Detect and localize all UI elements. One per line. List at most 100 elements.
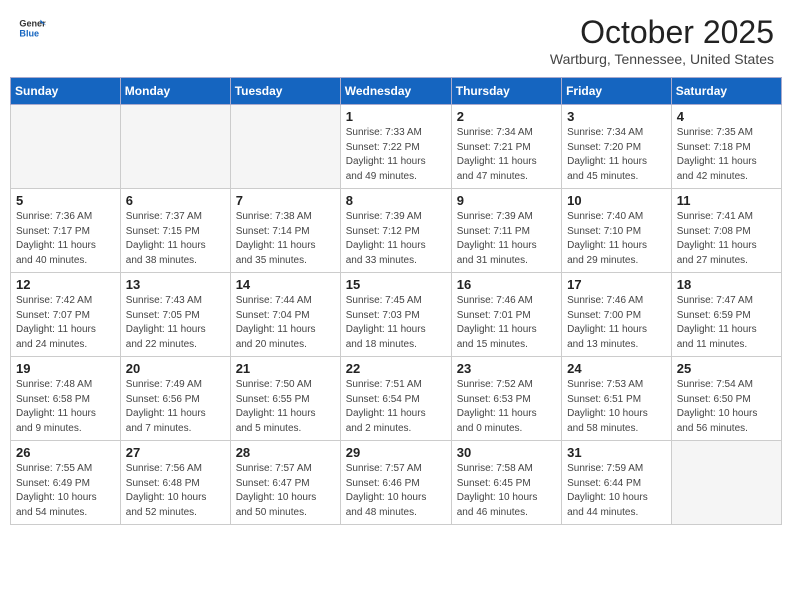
day-info: Sunrise: 7:59 AM Sunset: 6:44 PM Dayligh… <box>567 462 666 520</box>
calendar-cell: 6 Sunrise: 7:37 AM Sunset: 7:15 PM Daylig… <box>120 189 230 273</box>
calendar-cell: 5 Sunrise: 7:36 AM Sunset: 7:17 PM Daylig… <box>11 189 121 273</box>
calendar-cell: 7 Sunrise: 7:38 AM Sunset: 7:14 PM Daylig… <box>230 189 340 273</box>
calendar-cell: 16 Sunrise: 7:46 AM Sunset: 7:01 PM Dayli… <box>451 273 561 357</box>
calendar-cell: 9Sunrise: 7:39 AM Sunset: 7:11 PM Daylig… <box>451 189 561 273</box>
calendar-cell: 12 Sunrise: 7:42 AM Sunset: 7:07 PM Dayli… <box>11 273 121 357</box>
calendar-week-3: 12 Sunrise: 7:42 AM Sunset: 7:07 PM Dayli… <box>11 273 782 357</box>
calendar-title: October 2025 <box>550 14 774 51</box>
calendar-cell <box>671 441 781 525</box>
header-saturday: Saturday <box>671 78 781 105</box>
header-sunday: Sunday <box>11 78 121 105</box>
day-number: 5 <box>16 193 115 208</box>
day-info: Sunrise: 7:44 AM Sunset: 7:04 PM Dayligh… <box>236 294 335 352</box>
day-info: Sunrise: 7:56 AM Sunset: 6:48 PM Dayligh… <box>126 462 225 520</box>
day-info: Sunrise: 7:50 AM Sunset: 6:55 PM Dayligh… <box>236 378 335 436</box>
calendar-cell: 14 Sunrise: 7:44 AM Sunset: 7:04 PM Dayli… <box>230 273 340 357</box>
day-number: 27 <box>126 445 225 460</box>
day-number: 14 <box>236 277 335 292</box>
day-number: 15 <box>346 277 446 292</box>
calendar-cell: 2Sunrise: 7:34 AM Sunset: 7:21 PM Daylig… <box>451 105 561 189</box>
day-info: Sunrise: 7:51 AM Sunset: 6:54 PM Dayligh… <box>346 378 446 436</box>
day-info: Sunrise: 7:35 AM Sunset: 7:18 PM Dayligh… <box>677 126 776 184</box>
day-info: Sunrise: 7:43 AM Sunset: 7:05 PM Dayligh… <box>126 294 225 352</box>
title-block: October 2025 Wartburg, Tennessee, United… <box>550 14 774 67</box>
header-tuesday: Tuesday <box>230 78 340 105</box>
header-thursday: Thursday <box>451 78 561 105</box>
day-info: Sunrise: 7:38 AM Sunset: 7:14 PM Dayligh… <box>236 210 335 268</box>
calendar-cell: 1 Sunrise: 7:33 AM Sunset: 7:22 PM Daylig… <box>340 105 451 189</box>
calendar-cell: 26 Sunrise: 7:55 AM Sunset: 6:49 PM Dayli… <box>11 441 121 525</box>
day-info: Sunrise: 7:46 AM Sunset: 7:01 PM Dayligh… <box>457 294 556 352</box>
day-number: 21 <box>236 361 335 376</box>
header-monday: Monday <box>120 78 230 105</box>
day-info: Sunrise: 7:47 AM Sunset: 6:59 PM Dayligh… <box>677 294 776 352</box>
calendar-cell: 17Sunrise: 7:46 AM Sunset: 7:00 PM Dayli… <box>562 273 672 357</box>
day-number: 17 <box>567 277 666 292</box>
calendar-cell: 19 Sunrise: 7:48 AM Sunset: 6:58 PM Dayli… <box>11 357 121 441</box>
calendar-cell: 30 Sunrise: 7:58 AM Sunset: 6:45 PM Dayli… <box>451 441 561 525</box>
calendar-cell: 29 Sunrise: 7:57 AM Sunset: 6:46 PM Dayli… <box>340 441 451 525</box>
day-number: 26 <box>16 445 115 460</box>
day-number: 19 <box>16 361 115 376</box>
day-number: 6 <box>126 193 225 208</box>
calendar-cell: 22Sunrise: 7:51 AM Sunset: 6:54 PM Dayli… <box>340 357 451 441</box>
day-info: Sunrise: 7:58 AM Sunset: 6:45 PM Dayligh… <box>457 462 556 520</box>
calendar-cell: 31 Sunrise: 7:59 AM Sunset: 6:44 PM Dayli… <box>562 441 672 525</box>
day-info: Sunrise: 7:57 AM Sunset: 6:47 PM Dayligh… <box>236 462 335 520</box>
day-info: Sunrise: 7:53 AM Sunset: 6:51 PM Dayligh… <box>567 378 666 436</box>
calendar-week-2: 5 Sunrise: 7:36 AM Sunset: 7:17 PM Daylig… <box>11 189 782 273</box>
day-number: 31 <box>567 445 666 460</box>
day-info: Sunrise: 7:37 AM Sunset: 7:15 PM Dayligh… <box>126 210 225 268</box>
day-info: Sunrise: 7:36 AM Sunset: 7:17 PM Dayligh… <box>16 210 115 268</box>
calendar-cell <box>11 105 121 189</box>
day-info: Sunrise: 7:55 AM Sunset: 6:49 PM Dayligh… <box>16 462 115 520</box>
day-info: Sunrise: 7:42 AM Sunset: 7:07 PM Dayligh… <box>16 294 115 352</box>
calendar-cell: 25 Sunrise: 7:54 AM Sunset: 6:50 PM Dayli… <box>671 357 781 441</box>
day-number: 9 <box>457 193 556 208</box>
day-info: Sunrise: 7:48 AM Sunset: 6:58 PM Dayligh… <box>16 378 115 436</box>
calendar-week-1: 1 Sunrise: 7:33 AM Sunset: 7:22 PM Daylig… <box>11 105 782 189</box>
day-info: Sunrise: 7:33 AM Sunset: 7:22 PM Dayligh… <box>346 126 446 184</box>
calendar-cell: 4 Sunrise: 7:35 AM Sunset: 7:18 PM Daylig… <box>671 105 781 189</box>
calendar-week-4: 19 Sunrise: 7:48 AM Sunset: 6:58 PM Dayli… <box>11 357 782 441</box>
day-number: 20 <box>126 361 225 376</box>
day-number: 28 <box>236 445 335 460</box>
calendar-cell: 24Sunrise: 7:53 AM Sunset: 6:51 PM Dayli… <box>562 357 672 441</box>
calendar-cell: 23 Sunrise: 7:52 AM Sunset: 6:53 PM Dayli… <box>451 357 561 441</box>
day-number: 2 <box>457 109 556 124</box>
calendar-week-5: 26 Sunrise: 7:55 AM Sunset: 6:49 PM Dayli… <box>11 441 782 525</box>
day-info: Sunrise: 7:57 AM Sunset: 6:46 PM Dayligh… <box>346 462 446 520</box>
calendar-cell: 8Sunrise: 7:39 AM Sunset: 7:12 PM Daylig… <box>340 189 451 273</box>
day-number: 23 <box>457 361 556 376</box>
calendar-cell: 27 Sunrise: 7:56 AM Sunset: 6:48 PM Dayli… <box>120 441 230 525</box>
svg-text:Blue: Blue <box>19 28 39 38</box>
day-info: Sunrise: 7:45 AM Sunset: 7:03 PM Dayligh… <box>346 294 446 352</box>
day-info: Sunrise: 7:40 AM Sunset: 7:10 PM Dayligh… <box>567 210 666 268</box>
calendar-cell: 3Sunrise: 7:34 AM Sunset: 7:20 PM Daylig… <box>562 105 672 189</box>
day-info: Sunrise: 7:34 AM Sunset: 7:20 PM Dayligh… <box>567 126 666 184</box>
day-number: 12 <box>16 277 115 292</box>
day-info: Sunrise: 7:49 AM Sunset: 6:56 PM Dayligh… <box>126 378 225 436</box>
calendar-cell: 10Sunrise: 7:40 AM Sunset: 7:10 PM Dayli… <box>562 189 672 273</box>
day-number: 18 <box>677 277 776 292</box>
calendar-cell <box>120 105 230 189</box>
header-wednesday: Wednesday <box>340 78 451 105</box>
day-info: Sunrise: 7:52 AM Sunset: 6:53 PM Dayligh… <box>457 378 556 436</box>
logo: General Blue <box>18 14 46 42</box>
day-number: 8 <box>346 193 446 208</box>
day-number: 25 <box>677 361 776 376</box>
calendar-cell: 13 Sunrise: 7:43 AM Sunset: 7:05 PM Dayli… <box>120 273 230 357</box>
day-number: 30 <box>457 445 556 460</box>
day-number: 1 <box>346 109 446 124</box>
calendar-subtitle: Wartburg, Tennessee, United States <box>550 51 774 67</box>
day-info: Sunrise: 7:54 AM Sunset: 6:50 PM Dayligh… <box>677 378 776 436</box>
calendar-cell: 11Sunrise: 7:41 AM Sunset: 7:08 PM Dayli… <box>671 189 781 273</box>
day-number: 7 <box>236 193 335 208</box>
calendar-cell: 21 Sunrise: 7:50 AM Sunset: 6:55 PM Dayli… <box>230 357 340 441</box>
calendar-cell: 20 Sunrise: 7:49 AM Sunset: 6:56 PM Dayli… <box>120 357 230 441</box>
day-number: 13 <box>126 277 225 292</box>
day-number: 4 <box>677 109 776 124</box>
day-number: 16 <box>457 277 556 292</box>
day-number: 29 <box>346 445 446 460</box>
day-header-row: Sunday Monday Tuesday Wednesday Thursday… <box>11 78 782 105</box>
